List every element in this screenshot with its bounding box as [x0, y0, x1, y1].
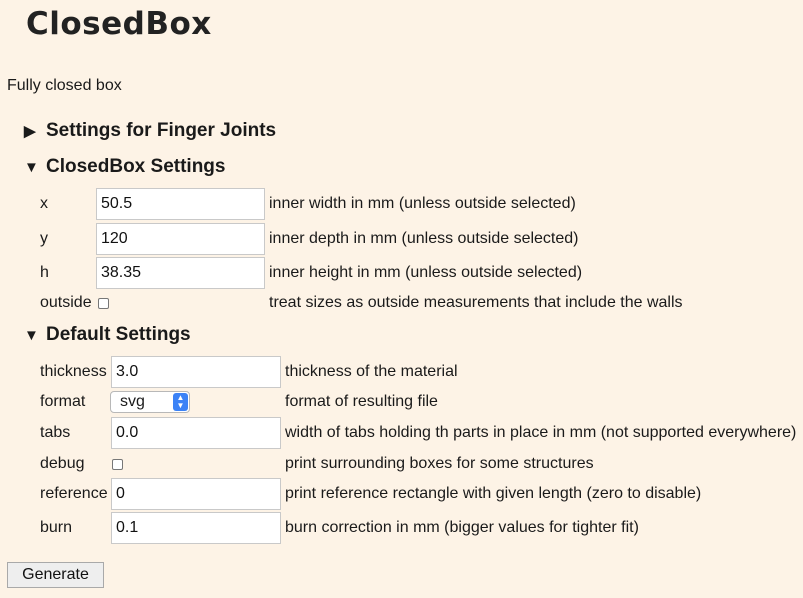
thickness-input[interactable] [111, 356, 281, 388]
x-input[interactable] [96, 188, 265, 220]
reference-input[interactable] [111, 478, 281, 510]
outside-label: outside [40, 294, 92, 311]
page-subtitle: Fully closed box [7, 77, 122, 94]
outside-description: treat sizes as outside measurements that… [269, 294, 683, 311]
section-title: Default Settings [46, 324, 191, 345]
reference-description: print reference rectangle with given len… [285, 485, 702, 502]
collapse-arrow-icon: ▼ [24, 326, 39, 344]
app-logo: ClosedBox [26, 6, 212, 42]
tabs-input[interactable] [111, 417, 281, 449]
format-select[interactable]: svg ▲ ▼ [110, 391, 190, 413]
section-finger-joints-toggle[interactable]: ▶ Settings for Finger Joints [24, 120, 276, 142]
burn-label: burn [40, 519, 73, 536]
format-description: format of resulting file [285, 393, 438, 410]
format-selected-value: svg [120, 393, 145, 410]
generate-button[interactable]: Generate [7, 562, 104, 588]
h-label: h [40, 264, 49, 281]
section-default-settings-toggle[interactable]: ▼ Default Settings [24, 324, 191, 346]
h-input[interactable] [96, 257, 265, 289]
tabs-description: width of tabs holding th parts in place … [285, 424, 797, 441]
x-label: x [40, 195, 48, 212]
debug-label: debug [40, 455, 85, 472]
y-input[interactable] [96, 223, 265, 255]
tabs-label: tabs [40, 424, 71, 441]
debug-description: print surrounding boxes for some structu… [285, 455, 594, 472]
section-closedbox-toggle[interactable]: ▼ ClosedBox Settings [24, 156, 225, 178]
debug-checkbox[interactable] [112, 459, 123, 470]
burn-input[interactable] [111, 512, 281, 544]
thickness-description: thickness of the material [285, 363, 458, 380]
y-label: y [40, 230, 48, 247]
x-description: inner width in mm (unless outside select… [269, 195, 576, 212]
burn-description: burn correction in mm (bigger values for… [285, 519, 639, 536]
outside-checkbox[interactable] [98, 298, 109, 309]
select-arrows-icon: ▲ ▼ [173, 393, 188, 411]
reference-label: reference [40, 485, 108, 502]
collapse-arrow-icon: ▼ [24, 158, 39, 176]
section-title: Settings for Finger Joints [46, 120, 277, 141]
format-label: format [40, 393, 86, 410]
section-title: ClosedBox Settings [46, 156, 226, 177]
y-description: inner depth in mm (unless outside select… [269, 230, 579, 247]
expand-arrow-icon: ▶ [24, 123, 36, 140]
h-description: inner height in mm (unless outside selec… [269, 264, 583, 281]
thickness-label: thickness [40, 363, 107, 380]
